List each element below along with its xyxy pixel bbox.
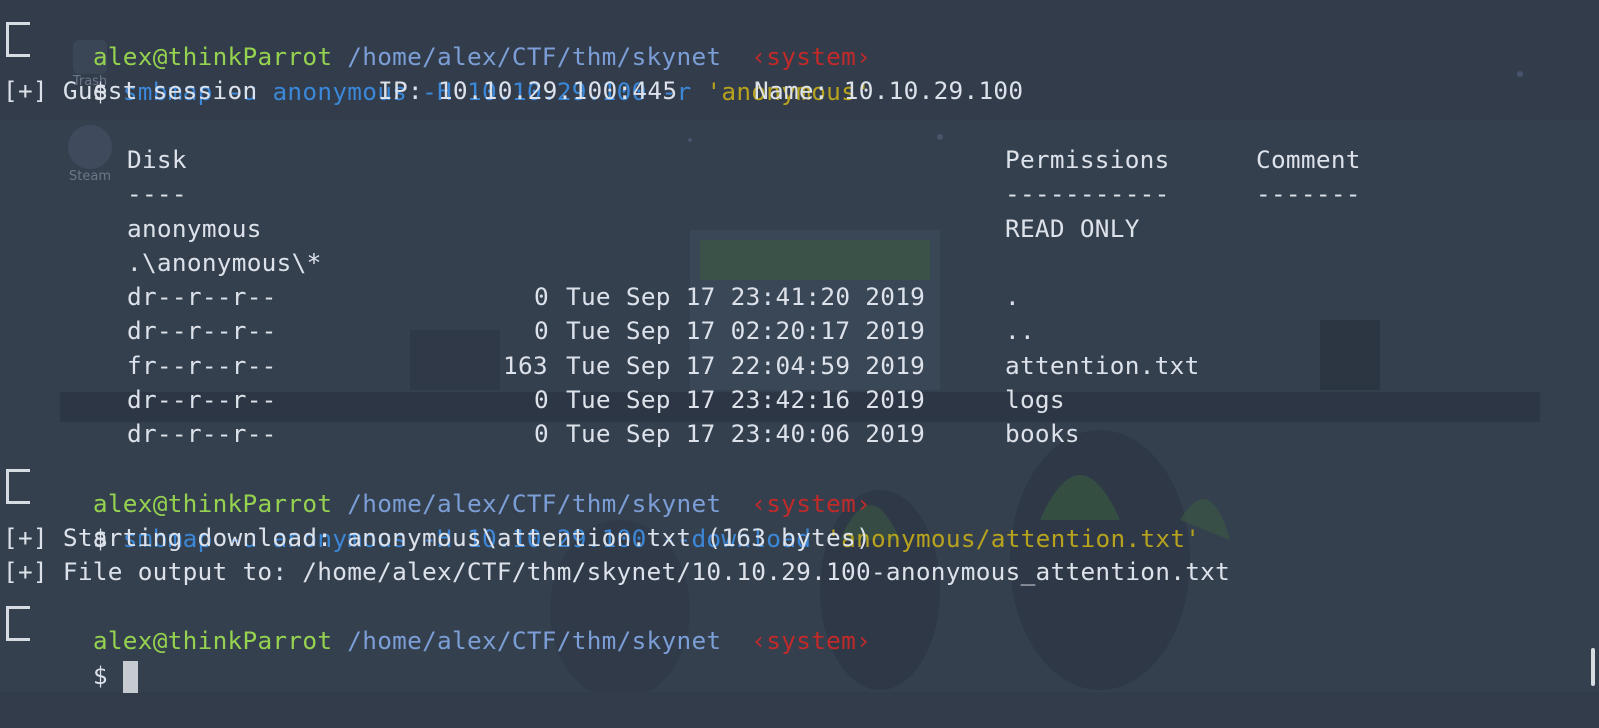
download-output-line: [+] File output to: /home/alex/CTF/thm/s… — [3, 554, 1230, 589]
rule-comment: ------- — [1256, 179, 1361, 208]
prompt-bracket-bottom — [6, 39, 30, 57]
header-comment: Comment — [1256, 145, 1361, 174]
prompt-bracket-top — [6, 22, 30, 40]
header-permissions: Permissions — [1005, 145, 1170, 174]
session-tag: [+] — [3, 76, 48, 105]
entry-date: Tue Sep 17 23:40:06 2019 — [566, 419, 926, 448]
terminal-window[interactable]: alex@thinkParrot /home/alex/CTF/thm/skyn… — [0, 0, 1599, 693]
entry-date: Tue Sep 17 22:04:59 2019 — [566, 351, 926, 380]
header-disk: Disk — [127, 145, 187, 174]
entry-date: Tue Sep 17 02:20:17 2019 — [566, 316, 926, 345]
terminal-scrollbar[interactable] — [1591, 648, 1595, 686]
entry-size: 0 — [534, 419, 549, 448]
download-start-line: [+] Starting download: anonymous\attenti… — [3, 520, 871, 555]
prompt-path: /home/alex/CTF/thm/skynet — [347, 626, 722, 655]
prompt-line: alex@thinkParrot /home/alex/CTF/thm/skyn… — [33, 588, 871, 655]
command-line: $ smbmap -u anonymous -H 10.10.29.100 --… — [33, 486, 1200, 553]
entry-mode: dr--r--r-- — [127, 282, 277, 311]
listing-path: .\anonymous\* — [127, 248, 322, 277]
prompt-bracket-bottom — [6, 486, 30, 504]
entry-name: logs — [1005, 385, 1065, 414]
prompt-bracket-bottom — [6, 623, 30, 641]
session-name: Name: 10.10.29.100 — [754, 76, 1024, 105]
command-string-arg: 'anonymous/attention.txt' — [826, 524, 1201, 553]
active-command-line[interactable]: $ — [33, 623, 138, 693]
text-cursor — [122, 661, 138, 693]
entry-size: 0 — [534, 282, 549, 311]
entry-date: Tue Sep 17 23:42:16 2019 — [566, 385, 926, 414]
table-row: dr--r--r-- — [127, 279, 277, 314]
entry-size: 0 — [534, 316, 549, 345]
table-row: fr--r--r-- — [127, 348, 277, 383]
table-row: dr--r--r-- — [127, 416, 277, 451]
entry-name: books — [1005, 419, 1080, 448]
prompt-context: ‹system› — [751, 626, 872, 655]
prompt-bracket-top — [6, 469, 30, 487]
entry-name: .. — [1005, 316, 1035, 345]
download-tag: [+] — [3, 557, 48, 586]
table-row: dr--r--r-- — [127, 313, 277, 348]
table-row: dr--r--r-- — [127, 382, 277, 417]
download-output-text: File output to: /home/alex/CTF/thm/skyne… — [62, 557, 1231, 586]
download-start-text: Starting download: anonymous\attention.t… — [62, 523, 871, 552]
entry-mode: dr--r--r-- — [127, 316, 277, 345]
session-text: Guest session — [62, 76, 258, 105]
entry-mode: dr--r--r-- — [127, 385, 277, 414]
entry-date: Tue Sep 17 23:41:20 2019 — [566, 282, 926, 311]
prompt-bracket-top — [6, 606, 30, 624]
session-ip: IP: 10.10.29.100:445 — [378, 76, 678, 105]
download-tag: [+] — [3, 523, 48, 552]
prompt-line: alex@thinkParrot /home/alex/CTF/thm/skyn… — [33, 4, 871, 71]
share-name: anonymous — [127, 214, 262, 243]
share-permission: READ ONLY — [1005, 214, 1140, 243]
entry-size: 0 — [534, 385, 549, 414]
rule-permissions: ----------- — [1005, 179, 1170, 208]
session-line: [+] Guest session — [3, 73, 257, 108]
entry-name: attention.txt — [1005, 351, 1200, 380]
command-line: $ smbmap -u anonymous -H 10.10.29.100 -r… — [33, 39, 871, 106]
prompt-line: alex@thinkParrot /home/alex/CTF/thm/skyn… — [33, 451, 871, 518]
entry-mode: dr--r--r-- — [127, 419, 277, 448]
entry-size: 163 — [503, 351, 548, 380]
prompt-symbol: $ — [92, 661, 108, 690]
rule-disk: ---- — [127, 179, 187, 208]
entry-name: . — [1005, 282, 1020, 311]
entry-mode: fr--r--r-- — [127, 351, 277, 380]
